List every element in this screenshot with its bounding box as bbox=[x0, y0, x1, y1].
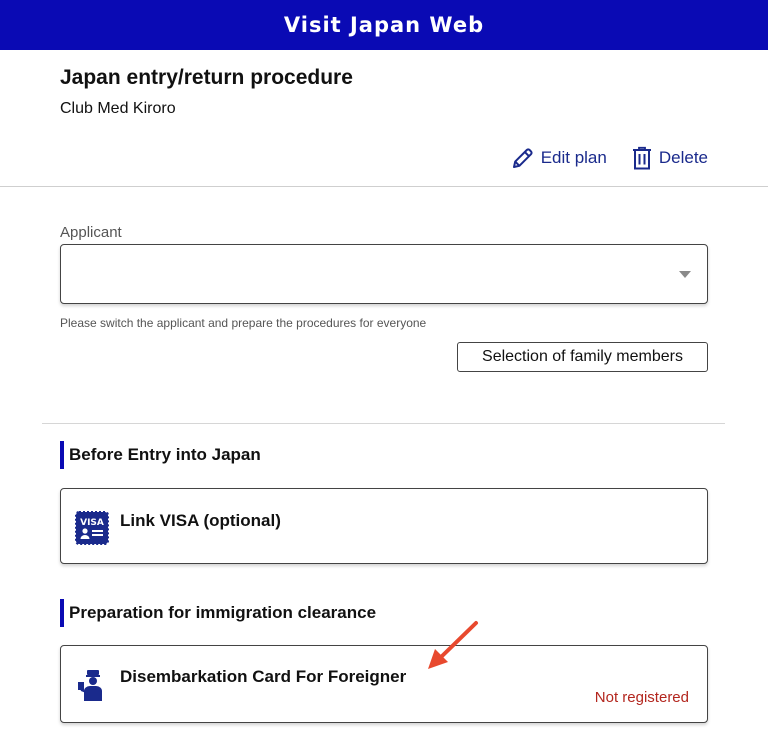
delete-label: Delete bbox=[658, 148, 708, 167]
section-before-entry: Before Entry into Japan bbox=[60, 441, 261, 469]
section-accent-bar bbox=[60, 441, 64, 469]
page-title: Japan entry/return procedure bbox=[60, 66, 353, 89]
plan-name: Club Med Kiroro bbox=[60, 100, 176, 117]
card-title: Link VISA (optional) bbox=[120, 511, 281, 530]
section-heading: Preparation for immigration clearance bbox=[69, 603, 377, 622]
top-header-bar: Visit Japan Web bbox=[0, 0, 768, 50]
annotation-arrow-icon bbox=[428, 621, 478, 669]
status-badge: Not registered bbox=[594, 689, 689, 706]
applicant-helper-text: Please switch the applicant and prepare … bbox=[60, 316, 427, 330]
link-visa-card[interactable]: VISA Link VISA (optional) bbox=[60, 488, 708, 564]
immigration-officer-icon bbox=[77, 670, 107, 707]
edit-plan-button[interactable]: Edit plan bbox=[511, 146, 607, 170]
family-members-button[interactable]: Selection of family members bbox=[457, 342, 708, 372]
applicant-select[interactable] bbox=[60, 244, 708, 304]
trash-icon bbox=[631, 146, 653, 170]
edit-plan-label: Edit plan bbox=[540, 148, 607, 167]
card-title: Disembarkation Card For Foreigner bbox=[120, 667, 407, 686]
applicant-label: Applicant bbox=[60, 224, 122, 241]
delete-button[interactable]: Delete bbox=[631, 146, 708, 170]
pencil-icon bbox=[511, 146, 535, 170]
svg-text:VISA: VISA bbox=[80, 518, 104, 528]
plan-actions: Edit plan Delete bbox=[511, 146, 708, 170]
section-accent-bar bbox=[60, 599, 64, 627]
divider bbox=[0, 186, 768, 187]
section-immigration-prep: Preparation for immigration clearance bbox=[60, 599, 376, 627]
chevron-down-icon bbox=[679, 271, 691, 278]
site-title: Visit Japan Web bbox=[283, 13, 485, 37]
visa-icon: VISA bbox=[75, 511, 109, 550]
divider bbox=[42, 423, 725, 424]
disembarkation-card[interactable]: Disembarkation Card For Foreigner Not re… bbox=[60, 645, 708, 723]
section-heading: Before Entry into Japan bbox=[69, 445, 261, 464]
